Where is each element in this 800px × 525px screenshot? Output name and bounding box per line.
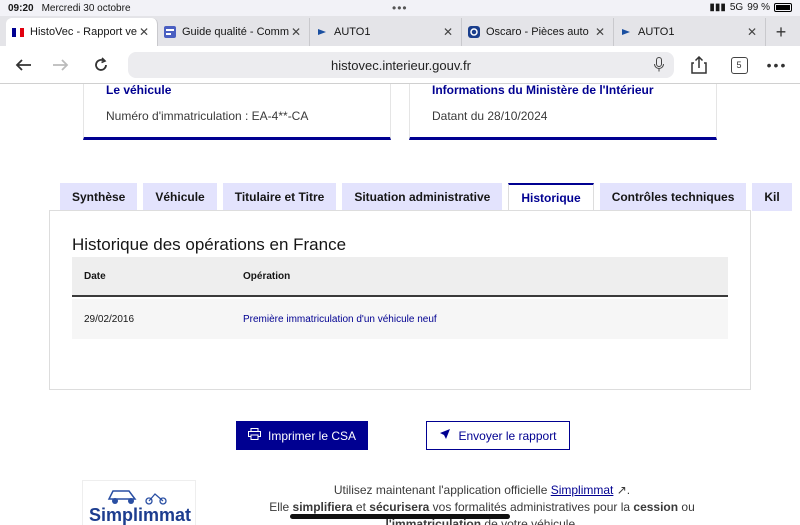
report-tabs: Synthèse Véhicule Titulaire et Titre Sit…	[60, 183, 800, 211]
history-heading: Historique des opérations en France	[72, 235, 347, 254]
promo-line-1: Utilisez maintenant l'application offici…	[262, 482, 702, 499]
page-content: Le véhicule Numéro d'immatriculation : E…	[0, 84, 800, 525]
promo-bold: simplifiera	[292, 500, 353, 514]
tab-synthese[interactable]: Synthèse	[60, 183, 138, 211]
table-header: Date Opération	[72, 257, 728, 297]
browser-tab-oscaro[interactable]: Oscaro - Pièces auto ✕	[462, 18, 614, 46]
promo-text: Utilisez maintenant l'application offici…	[333, 483, 551, 497]
car-bike-icon	[107, 490, 167, 505]
browser-tab-title: Guide qualité - Comm	[182, 26, 289, 38]
column-date: Date	[84, 270, 106, 282]
printer-icon	[247, 428, 261, 443]
promo-bold: sécurisera	[369, 500, 430, 514]
more-menu-icon[interactable]: •••	[762, 46, 792, 84]
tab-kilometrage[interactable]: Kil	[752, 183, 792, 211]
status-time: 09:20	[8, 2, 34, 14]
status-date: Mercredi 30 octobre	[41, 2, 131, 14]
send-report-button[interactable]: Envoyer le rapport	[426, 421, 570, 450]
promo-text: Elle	[269, 500, 293, 514]
address-bar[interactable]: histovec.interieur.gouv.fr	[128, 52, 674, 78]
logo-text: Simplimmat	[89, 505, 192, 525]
tab-situation[interactable]: Situation administrative	[342, 183, 503, 211]
registration-number: Numéro d'immatriculation : EA-4**-CA	[106, 109, 309, 123]
browser-tab-guide[interactable]: Guide qualité - Comm ✕	[158, 18, 310, 46]
guide-icon	[164, 26, 176, 38]
print-csa-label: Imprimer le CSA	[267, 428, 356, 443]
history-panel: Historique des opérations en France Date…	[49, 210, 751, 390]
close-tab-icon[interactable]: ✕	[441, 25, 455, 39]
reload-icon[interactable]	[86, 46, 116, 84]
ministry-card: Informations du Ministère de l'Intérieur…	[409, 84, 717, 140]
oscaro-icon	[468, 26, 480, 38]
multitasking-dots-icon[interactable]: •••	[392, 1, 408, 15]
simplimmat-link[interactable]: Simplimmat	[551, 483, 614, 497]
ministry-card-title: Informations du Ministère de l'Intérieur	[432, 84, 654, 97]
new-tab-icon[interactable]: +	[766, 18, 796, 46]
status-right: ▮▮▮ 5G 99 %	[709, 2, 792, 13]
promo-text: vos formalités administratives pour la	[429, 500, 634, 514]
vehicle-card: Le véhicule Numéro d'immatriculation : E…	[83, 84, 391, 140]
row-date: 29/02/2016	[84, 313, 135, 325]
promo-text: .	[626, 483, 631, 497]
promo-bold: cession	[633, 500, 679, 514]
battery-icon	[774, 3, 792, 12]
share-icon[interactable]	[684, 46, 714, 84]
browser-tab-title: AUTO1	[638, 26, 675, 38]
status-bar: 09:20 Mercredi 30 octobre ••• ▮▮▮ 5G 99 …	[0, 0, 800, 16]
tab-vehicule[interactable]: Véhicule	[143, 183, 217, 211]
external-link-icon: ↗	[616, 483, 627, 497]
tab-count: 5	[730, 56, 748, 74]
promo-text: et	[352, 500, 370, 514]
browser-toolbar: histovec.interieur.gouv.fr 5 •••	[0, 46, 800, 84]
close-tab-icon[interactable]: ✕	[137, 25, 151, 39]
table-row: 29/02/2016 Première immatriculation d'un…	[72, 299, 728, 339]
auto1-icon	[620, 26, 632, 38]
close-tab-icon[interactable]: ✕	[593, 25, 607, 39]
browser-tab-bar: HistoVec - Rapport ve ✕ Guide qualité - …	[0, 16, 800, 46]
send-report-label: Envoyer le rapport	[458, 428, 557, 443]
browser-tab-title: Oscaro - Pièces auto	[486, 26, 589, 38]
browser-tab-auto1[interactable]: AUTO1 ✕	[310, 18, 462, 46]
tab-titulaire[interactable]: Titulaire et Titre	[222, 183, 337, 211]
promo-text: ou	[678, 500, 695, 514]
back-arrow-icon[interactable]	[8, 46, 38, 84]
tab-historique[interactable]: Historique	[508, 183, 594, 211]
auto1-icon	[316, 26, 328, 38]
browser-tab-auto1-2[interactable]: AUTO1 ✕	[614, 18, 766, 46]
row-operation: Première immatriculation d'un véhicule n…	[243, 313, 437, 325]
microphone-icon[interactable]	[654, 57, 664, 75]
browser-tab-histovec[interactable]: HistoVec - Rapport ve ✕	[6, 18, 158, 46]
battery-label: 99 %	[747, 2, 770, 13]
url-text: histovec.interieur.gouv.fr	[331, 57, 471, 73]
network-label: 5G	[729, 2, 744, 13]
signal-icon: ▮▮▮	[709, 2, 726, 13]
close-tab-icon[interactable]: ✕	[289, 25, 303, 39]
browser-tab-title: AUTO1	[334, 26, 371, 38]
tab-overview-button[interactable]: 5	[724, 46, 754, 84]
send-icon	[439, 428, 451, 443]
tab-controles[interactable]: Contrôles techniques	[599, 183, 747, 211]
print-csa-button[interactable]: Imprimer le CSA	[236, 421, 368, 450]
ministry-date: Datant du 28/10/2024	[432, 109, 548, 123]
home-indicator[interactable]	[290, 514, 510, 519]
column-operation: Opération	[243, 270, 291, 282]
vehicle-card-title: Le véhicule	[106, 84, 172, 97]
browser-tab-title: HistoVec - Rapport ve	[30, 26, 137, 38]
forward-arrow-icon[interactable]	[46, 46, 76, 84]
close-tab-icon[interactable]: ✕	[745, 25, 759, 39]
flag-fr-icon	[12, 26, 24, 38]
simplimmat-logo: Simplimmat	[82, 480, 196, 525]
